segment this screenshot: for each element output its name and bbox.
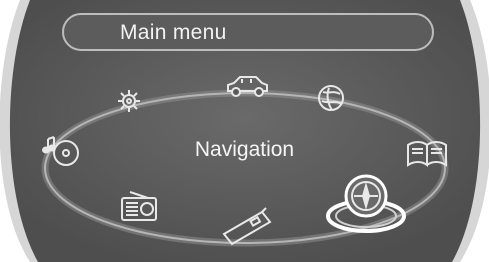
gear-icon[interactable] [113, 86, 145, 116]
phone-icon[interactable] [218, 206, 278, 246]
music-cd-icon[interactable] [42, 133, 84, 169]
book-icon[interactable] [404, 137, 450, 169]
compass-icon[interactable] [320, 170, 412, 236]
menu-title-bar: Main menu [62, 13, 434, 51]
radio-icon[interactable] [118, 188, 160, 224]
menu-title: Main menu [120, 21, 227, 44]
globe-icon[interactable] [314, 82, 348, 114]
car-icon[interactable] [224, 71, 270, 101]
